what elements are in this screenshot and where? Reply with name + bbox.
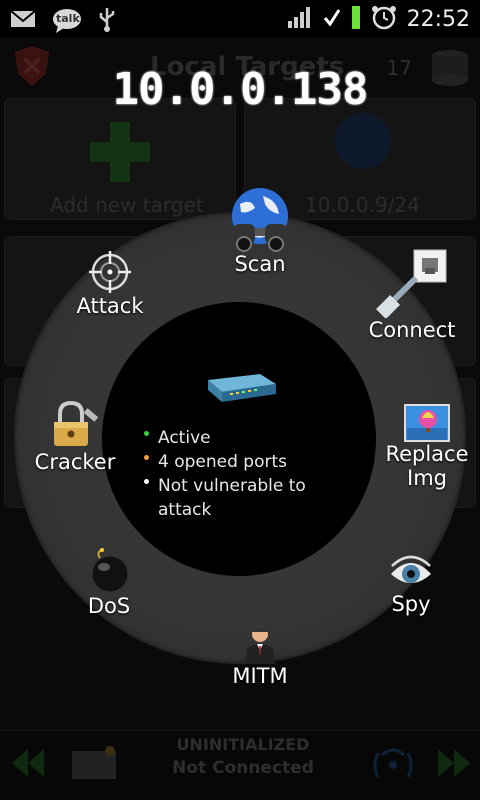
replace-img-button[interactable]: Replace Img <box>382 404 472 490</box>
plus-icon <box>90 122 150 182</box>
status-text: 4 opened ports <box>158 452 288 472</box>
talk-icon: talk <box>52 8 82 34</box>
mitm-label: MITM <box>232 664 288 688</box>
background-bottom-bar: UNINITIALIZED Not Connected <box>0 730 480 800</box>
router-icon <box>200 360 280 414</box>
wifi-icon <box>373 748 413 778</box>
green-dot-icon <box>144 431 149 436</box>
status-row-vulnerability-cont: attack <box>142 498 306 522</box>
attack-button[interactable]: Attack <box>66 250 154 318</box>
cracker-button[interactable]: Cracker <box>30 400 120 474</box>
white-dot-icon <box>144 479 149 484</box>
checkmark-icon <box>323 7 341 31</box>
replace-img-label-2: Img <box>407 466 447 490</box>
attack-label: Attack <box>76 294 144 318</box>
ethernet-icon <box>376 249 447 318</box>
fast-forward-icon <box>438 749 470 777</box>
target-status-list: Active 4 opened ports Not vulnerable to … <box>142 426 306 522</box>
alarm-icon <box>371 4 397 34</box>
scan-label: Scan <box>234 252 286 276</box>
bomb-icon <box>91 548 129 593</box>
gmail-icon <box>10 9 36 33</box>
man-in-the-middle-icon <box>245 626 275 664</box>
clock: 22:52 <box>406 6 470 32</box>
background-tile-label: Add new target <box>50 193 204 217</box>
orange-dot-icon <box>144 455 149 460</box>
image-icon <box>404 404 450 442</box>
cracker-label: Cracker <box>34 450 116 474</box>
mitm-button[interactable]: MITM <box>222 624 298 688</box>
talk-label: talk <box>56 12 80 25</box>
connect-button[interactable]: Connect <box>364 248 460 342</box>
spy-button[interactable]: Spy <box>378 552 444 616</box>
scan-button[interactable]: Scan <box>212 186 308 276</box>
signal-icon <box>287 5 313 33</box>
dos-button[interactable]: DoS <box>76 548 142 618</box>
status-text: attack <box>158 500 212 520</box>
status-row-ports: 4 opened ports <box>142 450 306 474</box>
dos-label: DoS <box>87 594 131 618</box>
status-text: Active <box>158 428 211 448</box>
status-row-active: Active <box>142 426 306 450</box>
padlock-icon <box>54 400 99 446</box>
background-tile-label: 10.0.0.9/24 <box>305 193 420 217</box>
scan-icon <box>232 188 288 252</box>
status-text: Not vulnerable to <box>158 476 306 496</box>
status-row-vulnerability: Not vulnerable to <box>142 474 306 498</box>
crosshair-icon <box>89 251 131 293</box>
target-ip-title: 10.0.0.138 <box>112 64 369 115</box>
eye-icon <box>391 555 431 583</box>
usb-icon <box>98 6 116 36</box>
globe-icon <box>335 113 391 169</box>
battery-icon <box>351 4 361 34</box>
connect-label: Connect <box>368 318 456 342</box>
replace-img-label: Replace <box>385 442 469 466</box>
spy-label: Spy <box>391 592 431 616</box>
status-bar: talk 22:52 <box>0 0 480 38</box>
